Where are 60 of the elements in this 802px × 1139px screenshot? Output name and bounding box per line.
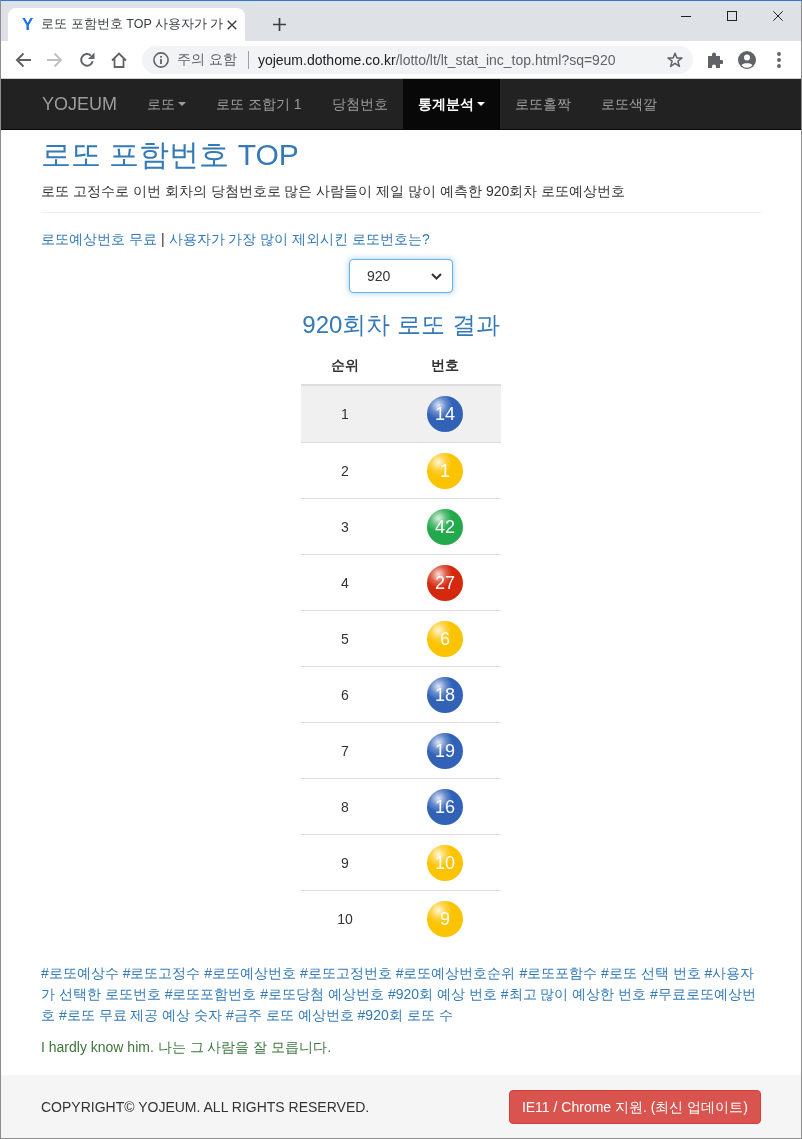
table-cell-text: 5: [340, 629, 350, 649]
table-cell-text: 7: [340, 741, 350, 761]
lotto-ball: 27: [427, 564, 463, 601]
column-header: 순위: [330, 356, 360, 375]
lotto-ball: 19: [427, 732, 463, 769]
info-icon[interactable]: [153, 51, 169, 68]
copyright-text: COPYRIGHT© YOJEUM. ALL RIGHTS RESERVED.: [41, 1099, 370, 1115]
nav-link[interactable]: 통계분석: [402, 79, 500, 129]
chevron-down-icon: [431, 272, 442, 280]
hashtag-list[interactable]: #로또예상수 #로또고정수 #로또예상번호 #로또고정번호 #로또예상번호순위 #로또포함수 #로또 선택 번호 #사용자가 선택한 로또번호 #로또포함번호 #로또당첨 예상번호 #920회 예상 번호 #최고 많이 예상한 번호 #무료로또예상번호 #로또 무료 제공 예상 숫자 #금주 로또 예상번호 #920회 로또 수: [41, 963, 761, 1026]
lotto-ball: 10: [427, 844, 463, 881]
table-cell-text: 3: [340, 517, 350, 537]
result-title: 920회차 로또 결과: [301, 311, 501, 338]
back-arrow-icon[interactable]: [15, 51, 31, 68]
link-separator: |: [160, 231, 165, 247]
reload-icon[interactable]: [79, 51, 95, 68]
nav-link[interactable]: 로또: [132, 79, 201, 129]
nav-link[interactable]: 로또홀짝: [499, 79, 586, 129]
lotto-ball: 1: [427, 452, 463, 489]
star-icon[interactable]: [667, 51, 683, 68]
brand-link[interactable]: YOJEUM: [27, 79, 132, 129]
security-label[interactable]: 주의 요함: [177, 50, 237, 69]
close-icon[interactable]: [773, 11, 783, 21]
tab-title: 로또 포함번호 TOP 사용자가 가: [41, 16, 224, 33]
nav-link[interactable]: 당첨번호: [316, 79, 403, 129]
text-link[interactable]: 사용자가 가장 많이 제외시킨 로또번호는?: [168, 231, 430, 247]
more-icon[interactable]: [777, 51, 781, 68]
note-text: I hardly know him. 나는 그 사람을 잘 모릅니다.: [41, 1038, 333, 1057]
lotto-ball: 42: [427, 508, 463, 545]
account-icon[interactable]: [738, 50, 756, 69]
maximize-icon[interactable]: [727, 11, 737, 21]
update-notice-button[interactable]: IE11 / Chrome 지원. (최신 업데이트): [508, 1090, 761, 1124]
lotto-ball: 9: [427, 900, 463, 937]
site-favicon: Y: [22, 16, 34, 33]
table-cell-text: 6: [340, 685, 350, 705]
table-cell-text: 10: [336, 909, 354, 929]
lotto-ball: 18: [427, 676, 463, 713]
table-cell-text: 4: [340, 573, 350, 593]
round-select[interactable]: 920: [349, 259, 453, 293]
lotto-ball: 6: [427, 620, 463, 657]
table-cell-text: 8: [340, 797, 350, 817]
url-text[interactable]: yojeum.dothome.co.kr/lotto/lt/lt_stat_inc_top.html?sq=920: [257, 51, 667, 68]
browser-tab[interactable]: Y 로또 포함번호 TOP 사용자가 가: [8, 8, 245, 41]
table-cell-text: 1: [340, 405, 350, 424]
page-description: 로또 고정수로 이번 회차의 당첨번호로 많은 사람들이 제일 많이 예측한 920회차 로또예상번호: [41, 182, 627, 201]
home-icon[interactable]: [111, 51, 127, 68]
lotto-ball: 16: [427, 788, 463, 825]
page-title: 로또 포함번호 TOP: [41, 138, 300, 171]
nav-link[interactable]: 로또색깔: [585, 79, 672, 129]
column-header: 번호: [430, 356, 460, 375]
nav-link[interactable]: 로또 조합기 1: [201, 79, 317, 129]
plus-icon[interactable]: [272, 17, 286, 31]
puzzle-icon[interactable]: [707, 51, 723, 68]
table-cell-text: 9: [340, 853, 350, 873]
text-link[interactable]: 로또예상번호 무료: [41, 231, 157, 247]
address-bar[interactable]: 주의 요함 yojeum.dothome.co.kr/lotto/lt/lt_stat_inc_top.html?sq=920: [142, 45, 693, 74]
minimize-icon[interactable]: [681, 15, 691, 17]
table-cell-text: 2: [340, 461, 350, 481]
close-icon[interactable]: [227, 19, 238, 30]
lotto-ball: 14: [427, 396, 463, 432]
